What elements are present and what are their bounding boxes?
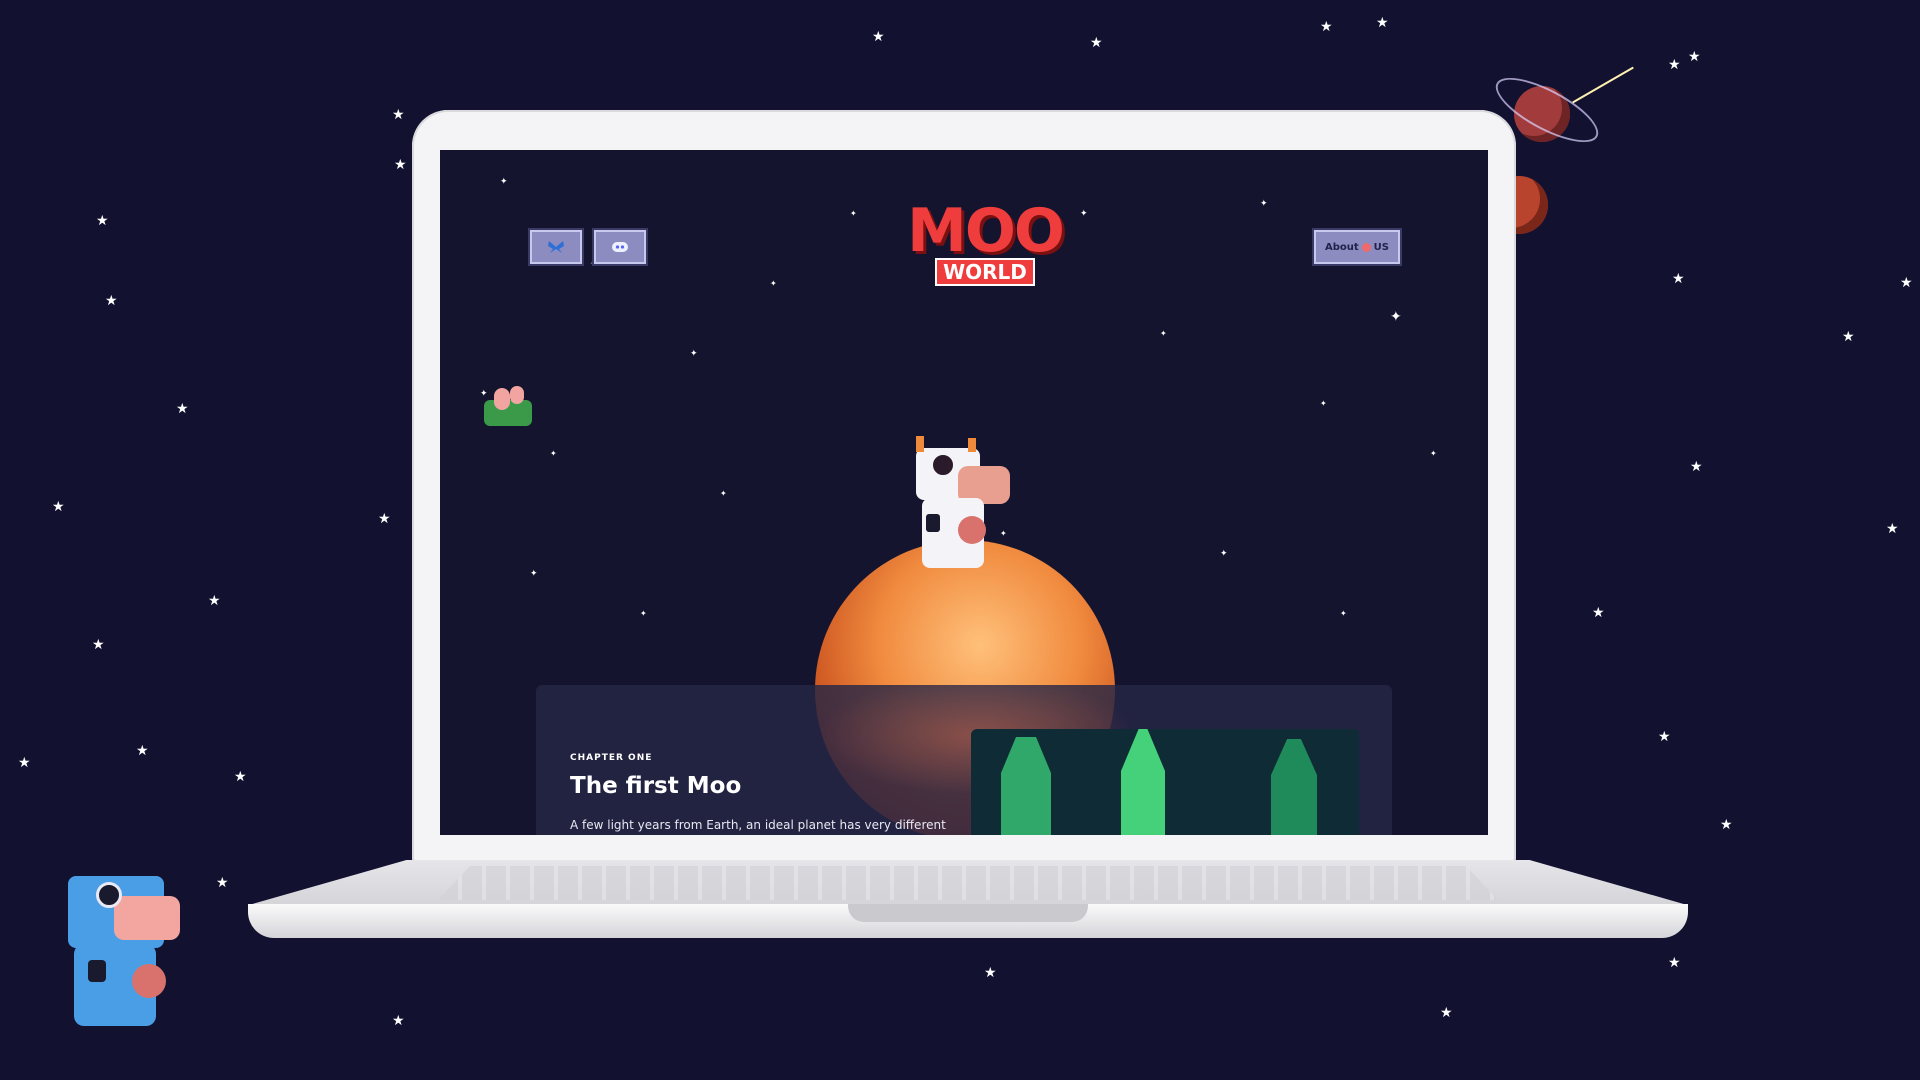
about-label: About (1325, 241, 1359, 253)
star: ★ (52, 499, 65, 515)
chapter-illustration (971, 729, 1359, 835)
blue-cow-mascot (48, 860, 188, 1035)
star: ✦ (720, 489, 727, 498)
star: ★ (208, 593, 221, 609)
star: ✦ (550, 449, 557, 458)
laptop-screen: ✦ ✦ ✦ ✦ ✦ ✦ ✦ ✦ ✦ ✦ ✦ ✦ ✦ ✦ ✦ ✦ ✦ ✦ ✦ MO… (440, 150, 1488, 835)
chapter-description: A few light years from Earth, an ideal p… (570, 818, 946, 832)
star: ★ (92, 637, 105, 653)
star: ★ (1668, 955, 1681, 971)
star: ✦ (1260, 199, 1268, 209)
star: ★ (1842, 329, 1855, 345)
star: ✦ (500, 177, 508, 187)
discord-button[interactable] (594, 230, 646, 264)
star: ★ (1688, 49, 1701, 65)
star: ★ (1658, 729, 1671, 745)
star: ★ (1690, 459, 1703, 475)
star: ✦ (850, 209, 857, 218)
star: ✦ (530, 569, 538, 579)
star: ★ (1720, 817, 1733, 833)
about-us-button[interactable]: About US (1314, 230, 1400, 264)
star: ★ (1672, 271, 1685, 287)
star: ★ (105, 293, 118, 309)
star: ★ (392, 1013, 405, 1029)
chapter-title: The first Moo (570, 773, 742, 799)
star: ★ (18, 755, 31, 771)
star: ★ (1886, 521, 1899, 537)
star: ★ (1090, 35, 1103, 51)
star: ★ (872, 29, 885, 45)
star: ★ (1668, 57, 1681, 73)
star: ✦ (690, 349, 698, 359)
star: ★ (234, 769, 247, 785)
star: ✦ (1390, 309, 1402, 325)
star: ★ (96, 213, 109, 229)
laptop-notch (848, 904, 1088, 922)
star: ★ (136, 743, 149, 759)
planet-icon (1361, 242, 1371, 252)
star: ★ (1900, 275, 1913, 291)
space-cow-mascot (908, 432, 1018, 582)
star: ✦ (1160, 329, 1167, 338)
star: ★ (392, 107, 405, 123)
butterfly-icon (548, 241, 564, 253)
star: ✦ (1320, 399, 1327, 408)
logo-moo-text: MOO (907, 196, 1065, 266)
star: ★ (1592, 605, 1605, 621)
bluesky-button[interactable] (530, 230, 582, 264)
star: ✦ (1220, 549, 1228, 559)
chapter-card[interactable]: CHAPTER ONE The first Moo A few light ye… (536, 685, 1392, 835)
star: ★ (1320, 19, 1333, 35)
star: ✦ (1430, 449, 1437, 458)
star: ✦ (640, 609, 647, 618)
star: ✦ (770, 279, 777, 288)
star: ★ (394, 157, 407, 173)
green-alien-creature (480, 386, 536, 430)
star: ★ (1440, 1005, 1453, 1021)
star: ✦ (1340, 609, 1347, 618)
star: ✦ (1080, 209, 1088, 219)
us-label: US (1373, 241, 1389, 253)
star: ★ (216, 875, 229, 891)
star: ★ (378, 511, 391, 527)
laptop-base (248, 860, 1688, 952)
chapter-kicker: CHAPTER ONE (570, 753, 653, 763)
laptop-keyboard (438, 866, 1498, 900)
star: ★ (1376, 15, 1389, 31)
star: ★ (984, 965, 997, 981)
logo-world-text: WORLD (935, 258, 1035, 286)
moo-world-logo[interactable]: MOO WORLD (895, 200, 1075, 300)
discord-icon (612, 242, 628, 252)
star: ★ (176, 401, 189, 417)
